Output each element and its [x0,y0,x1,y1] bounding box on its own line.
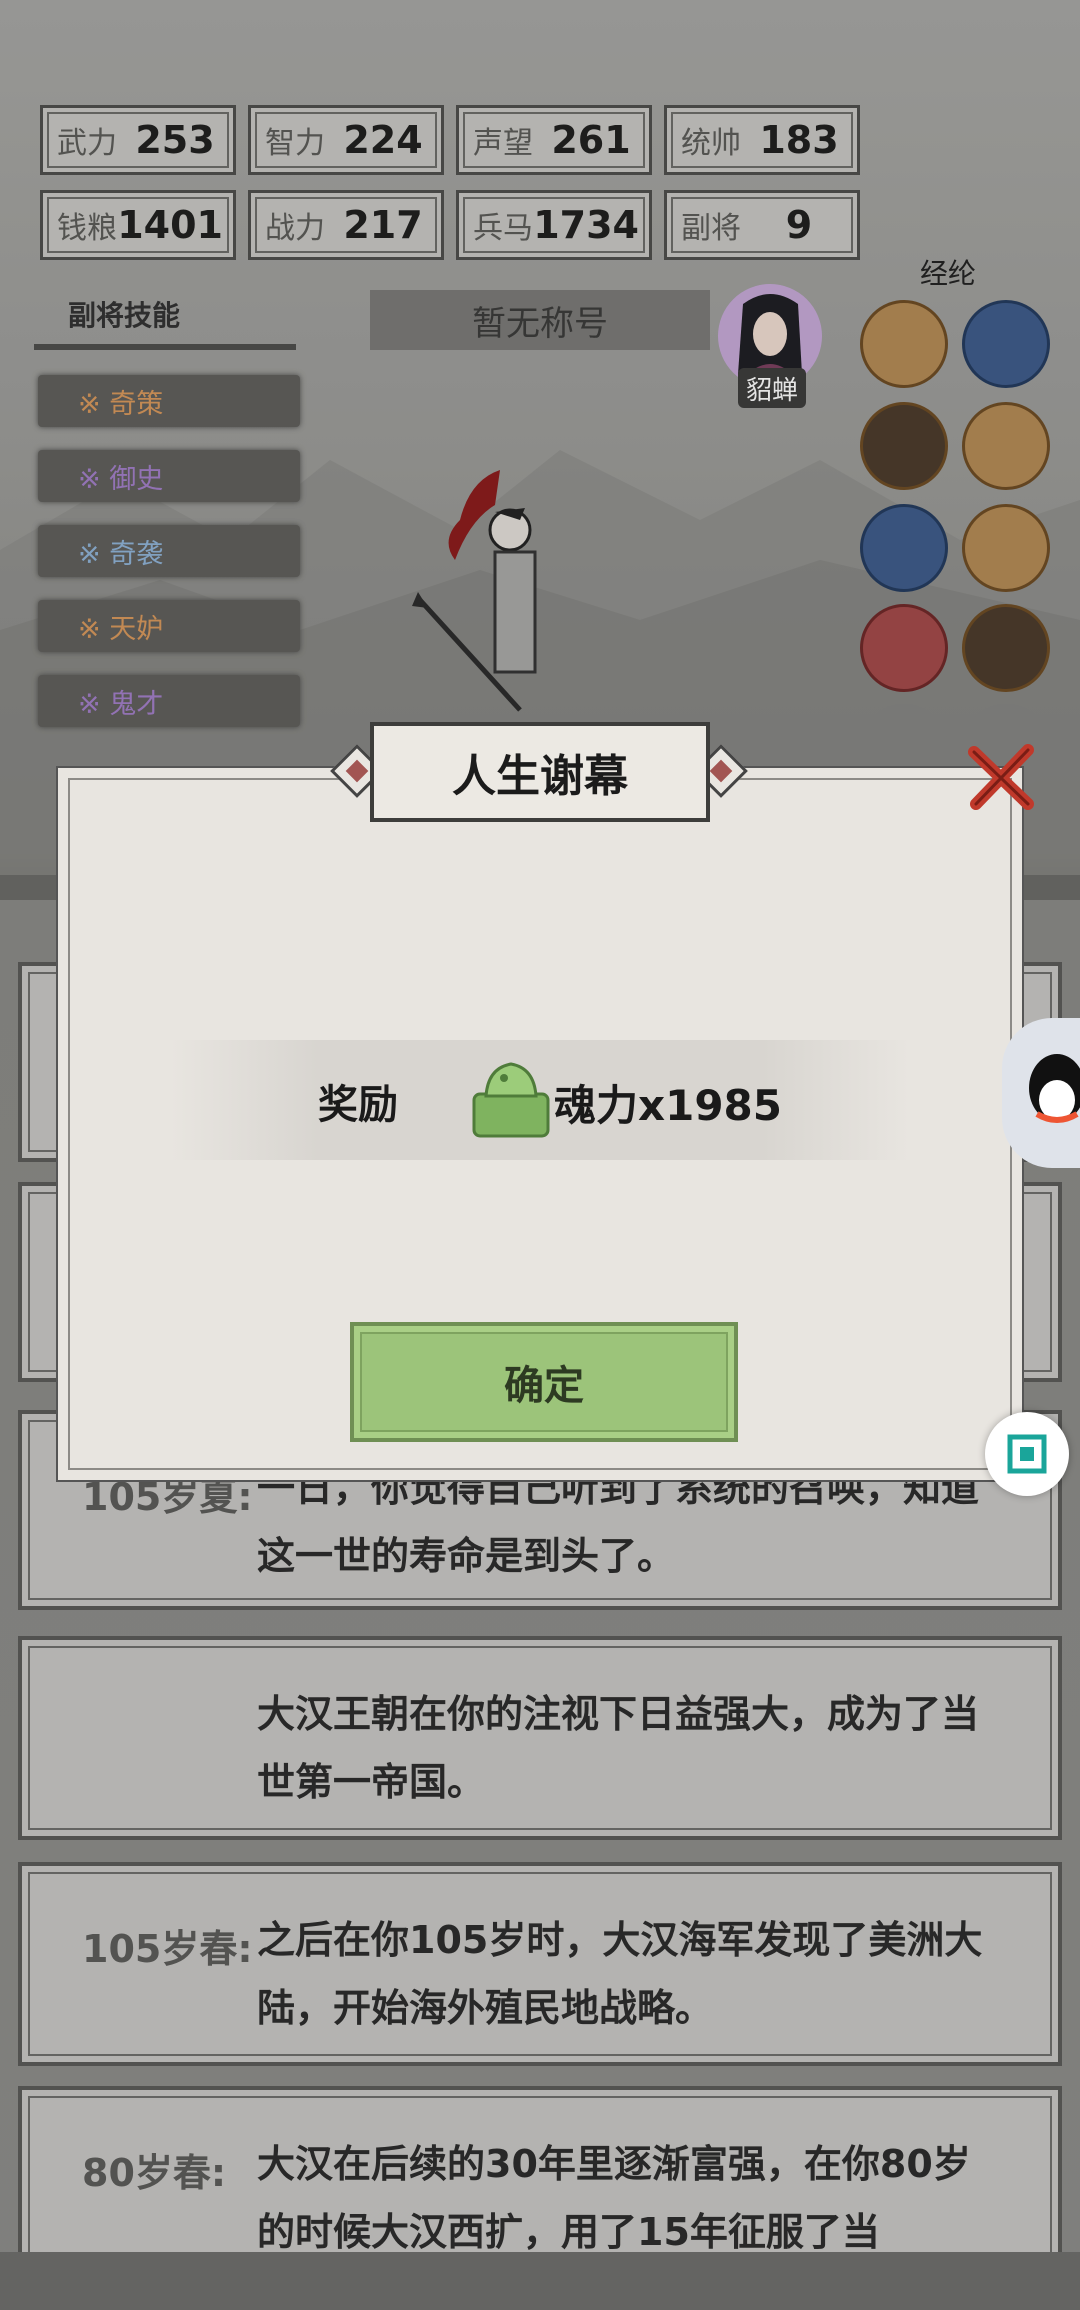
stat-label: 副将 [681,211,741,246]
player-title: 暂无称号 [370,290,710,350]
skill-tiandu[interactable]: ※ 天妒 [38,600,300,652]
stat-label: 智力 [265,126,325,161]
book-item-icon[interactable] [962,300,1050,388]
stat-zhili: 智力 224 [248,105,444,175]
stat-value: 1401 [117,203,223,247]
scroll-item-icon[interactable] [860,300,948,388]
skill-qice[interactable]: ※ 奇策 [38,375,300,427]
event-age: 80岁春: [82,2151,227,2195]
stat-label: 武力 [57,126,117,161]
stat-shengwang: 声望 261 [456,105,652,175]
stat-wuli: 武力 253 [40,105,236,175]
companion-name: 貂蝉 [738,368,806,408]
divider [34,344,296,350]
jinglun-title: 经纶 [920,257,977,290]
confirm-button[interactable]: 确定 [350,1322,738,1442]
bottom-bar [0,2252,1080,2310]
stat-label: 统帅 [681,126,741,161]
stat-qianliang: 钱粮 1401 [40,190,236,260]
event-card: 105岁春: 之后在你105岁时，大汉海军发现了美洲大陆，开始海外殖民地战略。 [18,1862,1062,2066]
qq-float-button[interactable] [1002,1018,1080,1168]
stat-value: 261 [551,118,631,162]
reward-label: 奖励 [318,1082,398,1128]
stat-value: 224 [343,118,423,162]
scroll-item-icon[interactable] [962,402,1050,490]
hero-figure [412,470,537,712]
skill-guicai[interactable]: ※ 鬼才 [38,675,300,727]
cube-float-button[interactable] [985,1412,1069,1496]
jade-seal-icon [472,1062,550,1138]
scroll-item-icon[interactable] [962,504,1050,592]
stat-fujiang: 副将 9 [664,190,860,260]
stat-value: 9 [785,203,813,247]
red-book-item-icon[interactable] [860,604,948,692]
stat-tongshuai: 统帅 183 [664,105,860,175]
event-age: 105岁春: [82,1927,253,1971]
stat-value: 183 [759,118,839,162]
stat-value: 217 [343,203,423,247]
stat-bingma: 兵马 1734 [456,190,652,260]
stat-label: 钱粮 [57,211,117,246]
stat-label: 声望 [473,126,533,161]
stat-label: 兵马 [473,211,533,246]
dialog-title: 人生谢幕 [370,722,710,822]
cube-icon [1007,1434,1047,1474]
event-text: 大汉王朝在你的注视下日益强大，成为了当世第一帝国。 [257,1692,980,1804]
event-card: 大汉王朝在你的注视下日益强大，成为了当世第一帝国。 [18,1636,1062,1840]
skill-qixi[interactable]: ※ 奇袭 [38,525,300,577]
skill-yushi[interactable]: ※ 御史 [38,450,300,502]
reward-value: 魂力x1985 [554,1081,782,1130]
event-text: 之后在你105岁时，大汉海军发现了美洲大陆，开始海外殖民地战略。 [257,1918,983,2030]
stat-value: 1734 [533,203,639,247]
close-icon[interactable] [962,738,1040,816]
bamboo-scroll-item-icon[interactable] [962,604,1050,692]
bamboo-scroll-item-icon[interactable] [860,402,948,490]
stat-label: 战力 [265,211,325,246]
stat-zhanli: 战力 217 [248,190,444,260]
skills-title: 副将技能 [68,299,181,332]
qq-icon [1029,1054,1080,1123]
event-text: 大汉在后续的30年里逐渐富强，在你80岁的时候大汉西扩，用了15年征服了当 [257,2142,971,2254]
book-item-icon[interactable] [860,504,948,592]
stat-value: 253 [135,118,215,162]
